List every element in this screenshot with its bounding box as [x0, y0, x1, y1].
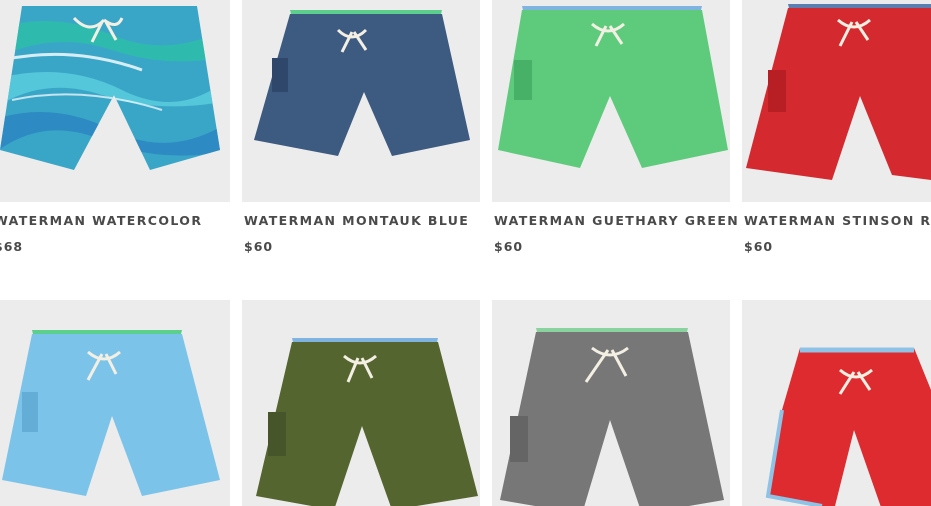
product-image[interactable] [742, 0, 931, 202]
boardshorts-image [0, 300, 230, 506]
product-price: $68 [0, 239, 24, 254]
product-name[interactable]: WATERMAN WATERCOLOR [0, 213, 202, 228]
product-image[interactable] [492, 300, 730, 506]
boardshorts-image [492, 0, 730, 202]
boardshorts-image [742, 300, 931, 506]
boardshorts-image [0, 0, 230, 202]
product-name[interactable]: WATERMAN GUETHARY GREEN [494, 213, 739, 228]
product-name[interactable]: WATERMAN STINSON RED [744, 213, 931, 228]
product-price: $60 [744, 239, 774, 254]
product-grid: WATERMAN WATERCOLOR $68 WATERMAN MONTAUK… [0, 0, 931, 506]
product-price: $60 [494, 239, 524, 254]
product-image[interactable] [742, 300, 931, 506]
product-image[interactable] [242, 300, 480, 506]
product-name[interactable]: WATERMAN MONTAUK BLUE [244, 213, 469, 228]
boardshorts-image [742, 0, 931, 202]
boardshorts-image [242, 300, 480, 506]
product-image[interactable] [492, 0, 730, 202]
product-price: $60 [244, 239, 274, 254]
product-image[interactable] [0, 300, 230, 506]
boardshorts-image [492, 300, 730, 506]
boardshorts-image [242, 0, 480, 202]
product-image[interactable] [242, 0, 480, 202]
product-image[interactable] [0, 0, 230, 202]
